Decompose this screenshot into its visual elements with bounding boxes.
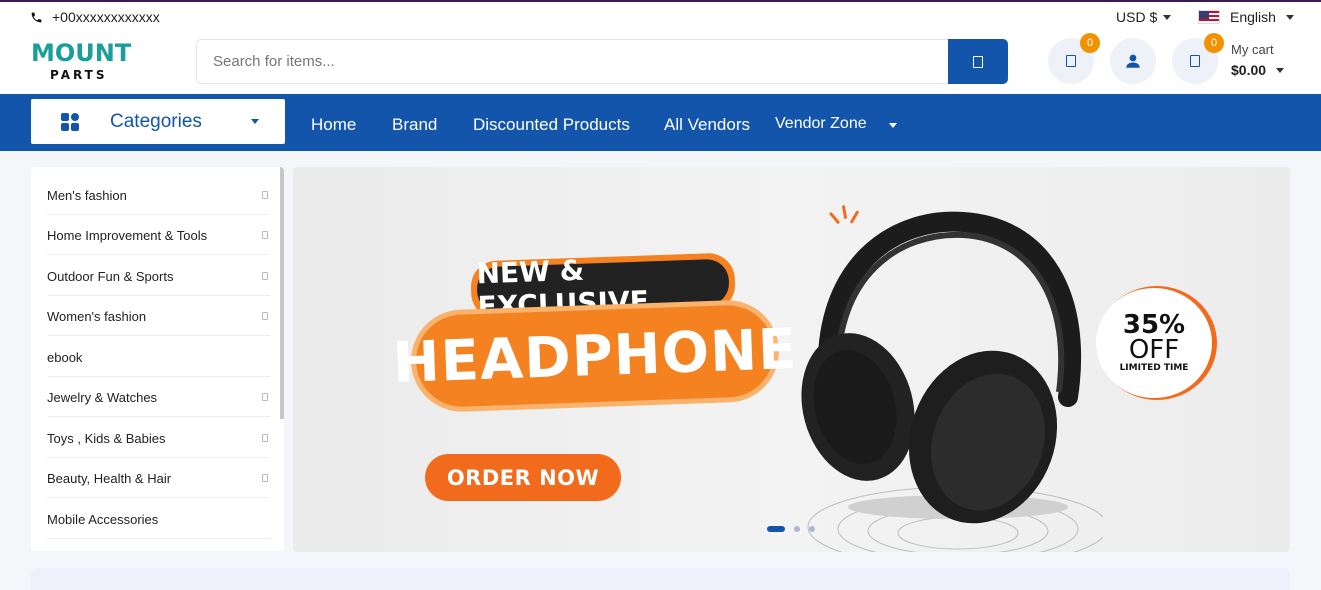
main-navigation: Categories Home Brand Discounted Product…	[0, 94, 1321, 151]
phone-icon	[31, 12, 42, 22]
sidebar-item-label: Beauty, Health & Hair	[47, 471, 172, 486]
banner-line1: NEW & EXCLUSIVE	[476, 254, 730, 323]
wishlist-button[interactable]: 0	[1048, 33, 1100, 84]
next-section	[31, 568, 1290, 590]
sidebar-item-womens-fashion[interactable]: Women's fashion	[47, 296, 270, 336]
banner-line2: HEADPHONE	[392, 303, 798, 409]
phone-number: +00xxxxxxxxxxxx	[52, 9, 160, 25]
discount-badge: 35% OFF LIMITED TIME	[1096, 288, 1212, 398]
chevron-right-icon	[262, 272, 268, 280]
chevron-right-icon	[262, 474, 268, 482]
phone-contact[interactable]: +00xxxxxxxxxxxx	[30, 9, 160, 25]
cart-button[interactable]: 0	[1172, 33, 1224, 84]
logo-word-parts: PARTS	[50, 68, 108, 82]
discount-off: OFF	[1128, 335, 1180, 365]
carousel-dot[interactable]	[767, 526, 785, 532]
user-icon	[1126, 54, 1140, 68]
header: MOUNT PARTS 0 0 My cart $0.00	[0, 31, 1321, 94]
search-bar	[196, 39, 1008, 84]
sidebar-item-label: Outdoor Fun & Sports	[47, 269, 174, 284]
nav-link-brand[interactable]: Brand	[392, 115, 437, 135]
logo-word-mount: MOUNT	[31, 39, 132, 67]
account-button[interactable]	[1110, 38, 1156, 84]
sidebar-item-label: Mobile Accessories	[47, 512, 159, 527]
nav-link-home[interactable]: Home	[311, 115, 356, 135]
us-flag-icon	[1198, 10, 1220, 24]
cart-count-badge: 0	[1204, 33, 1224, 53]
discount-percent: 35%	[1122, 310, 1186, 340]
cart-label: My cart	[1231, 42, 1274, 57]
wishlist-count-badge: 0	[1080, 33, 1100, 53]
chevron-down-icon	[1285, 14, 1294, 20]
sidebar-item-mobile-accessories[interactable]: Mobile Accessories	[47, 499, 270, 539]
chevron-down-icon[interactable]	[889, 123, 897, 128]
discount-note: LIMITED TIME	[1119, 363, 1189, 373]
nav-link-discounted-products[interactable]: Discounted Products	[473, 115, 630, 135]
sidebar-item-mens-fashion[interactable]: Men's fashion	[47, 175, 270, 215]
sidebar-item-label: Toys , Kids & Babies	[47, 431, 166, 446]
sidebar-item-home-improvement[interactable]: Home Improvement & Tools	[47, 215, 270, 255]
sidebar-item-label: Home Improvement & Tools	[47, 228, 208, 243]
currency-label: USD $	[1116, 9, 1158, 25]
sidebar-item-label: Jewelry & Watches	[47, 390, 158, 405]
site-logo[interactable]: MOUNT PARTS	[31, 39, 133, 83]
carousel-dot[interactable]	[794, 526, 800, 532]
headphone-image	[801, 211, 1103, 552]
heart-icon	[1066, 55, 1076, 67]
nav-link-all-vendors[interactable]: All Vendors	[664, 115, 750, 135]
carousel-dots	[767, 526, 815, 532]
chevron-right-icon	[262, 393, 268, 401]
language-selector[interactable]: English	[1198, 9, 1294, 25]
sidebar-item-toys[interactable]: Toys , Kids & Babies	[47, 418, 270, 458]
order-now-button[interactable]: ORDER NOW	[425, 454, 621, 501]
sidebar-item-label: ebook	[47, 350, 83, 365]
top-bar: +00xxxxxxxxxxxx USD $ English	[0, 0, 1321, 31]
hero-banner[interactable]: NEW & EXCLUSIVE HEADPHONE ORDER NOW 35% …	[293, 167, 1290, 552]
chevron-right-icon	[262, 191, 268, 199]
sidebar-item-beauty[interactable]: Beauty, Health & Hair	[47, 458, 270, 498]
language-label: English	[1230, 9, 1276, 25]
chevron-right-icon	[262, 434, 268, 442]
carousel-dot[interactable]	[809, 526, 815, 532]
sidebar-item-label: Women's fashion	[47, 309, 147, 324]
search-icon	[973, 55, 983, 68]
sidebar-item-label: Men's fashion	[47, 188, 127, 203]
search-input[interactable]	[197, 40, 949, 83]
cart-icon	[1190, 55, 1200, 67]
nav-link-vendor-zone[interactable]: Vendor Zone	[775, 115, 867, 133]
sidebar-scrollbar[interactable]	[280, 167, 284, 419]
chevron-down-icon	[251, 119, 259, 124]
categories-label: Categories	[110, 111, 202, 132]
sidebar-item-jewelry[interactable]: Jewelry & Watches	[47, 377, 270, 417]
search-button[interactable]	[948, 39, 1008, 84]
category-sidebar: Men's fashion Home Improvement & Tools O…	[31, 167, 284, 551]
categories-button[interactable]: Categories	[31, 99, 285, 144]
sidebar-item-outdoor-fun[interactable]: Outdoor Fun & Sports	[47, 256, 270, 296]
chevron-down-icon	[1276, 67, 1285, 73]
chevron-right-icon	[262, 312, 268, 320]
sidebar-item-ebook[interactable]: ebook	[47, 337, 270, 377]
cart-total-value: $0.00	[1231, 62, 1267, 78]
grid-icon	[61, 113, 79, 131]
chevron-right-icon	[262, 231, 268, 239]
currency-selector[interactable]: USD $	[1116, 9, 1172, 25]
cart-total-dropdown[interactable]: $0.00	[1231, 62, 1285, 78]
chevron-down-icon	[1163, 14, 1172, 20]
